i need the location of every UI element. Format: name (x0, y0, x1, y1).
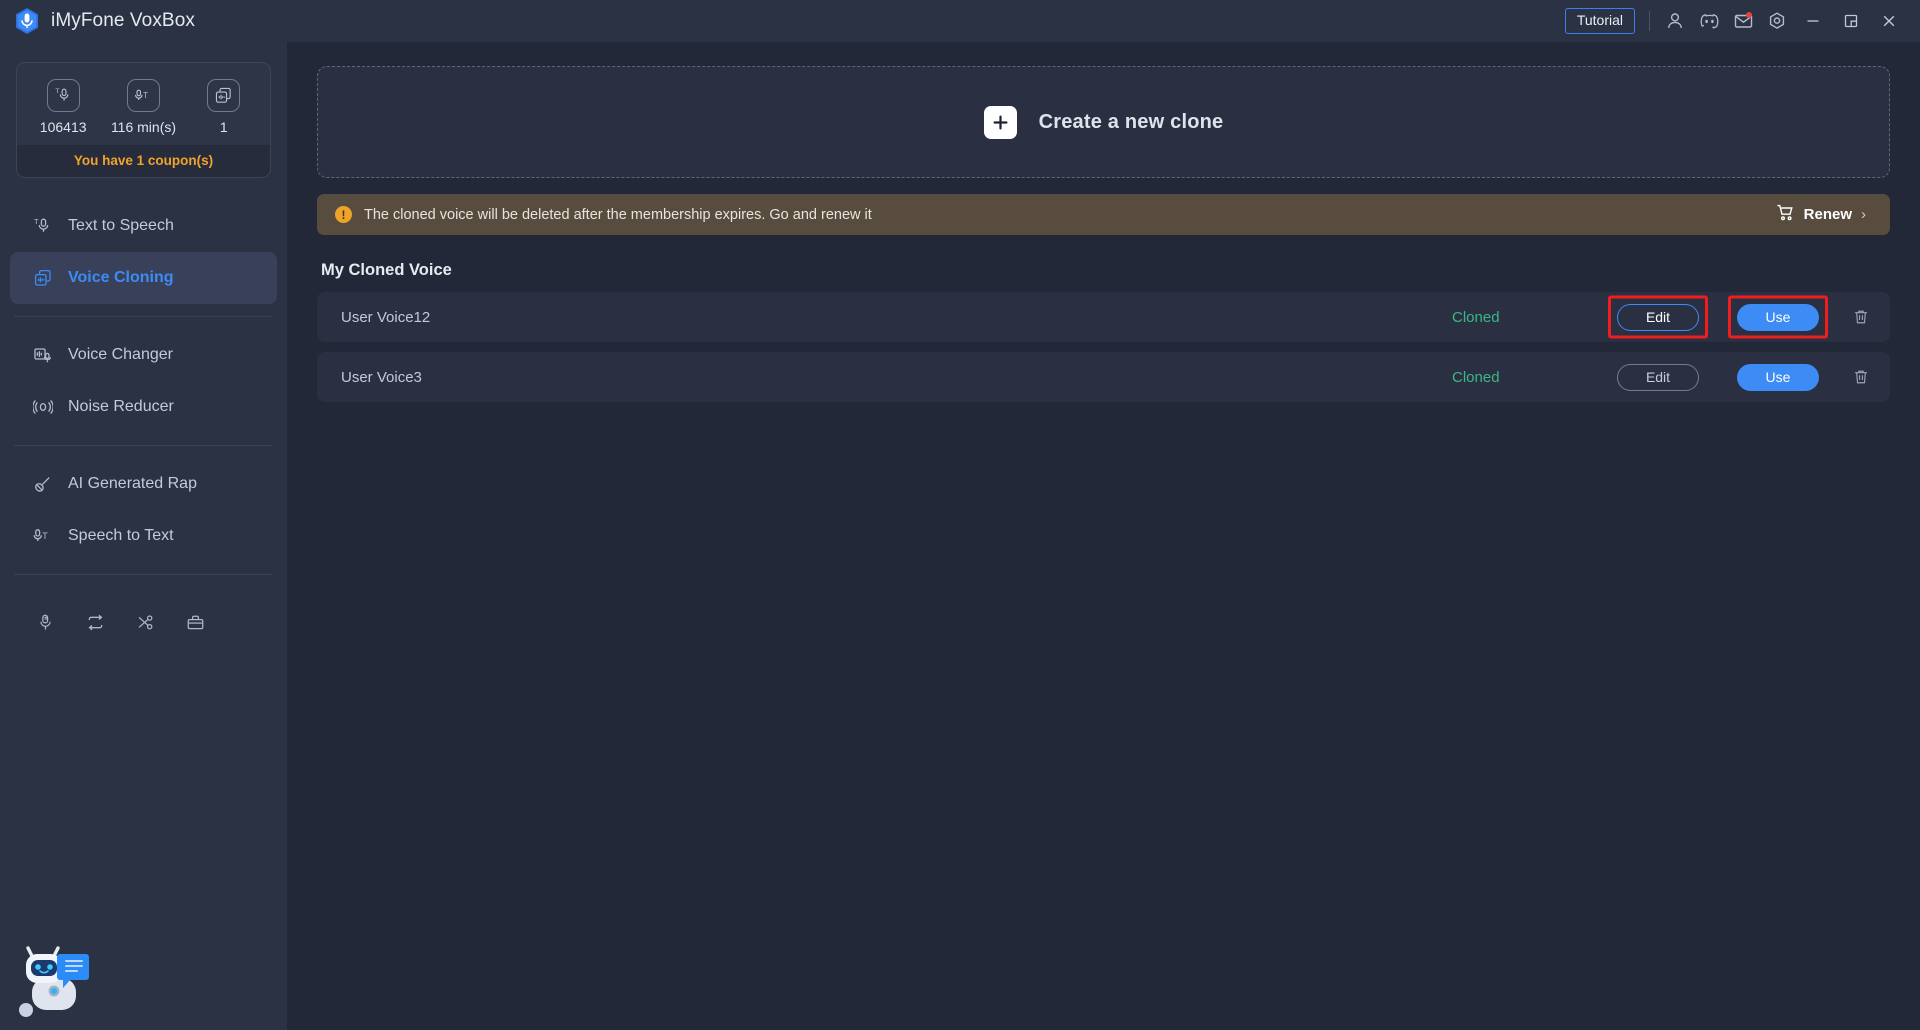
speech-to-text-icon: T (126, 79, 160, 112)
sidebar-item-label: Speech to Text (68, 527, 174, 544)
discord-icon[interactable] (1692, 4, 1726, 38)
voice-changer-icon (32, 344, 54, 366)
voice-name: User Voice3 (341, 368, 422, 386)
stat-value: 106413 (39, 119, 87, 135)
svg-text:T: T (42, 531, 48, 541)
credit-card: T 106413 T 116 min(s) 1 You have 1 coupo… (16, 62, 271, 178)
mail-badge (1746, 12, 1752, 18)
converter-icon[interactable] (70, 603, 120, 641)
restore-icon[interactable] (1832, 4, 1870, 38)
sidebar-mini-tools (0, 587, 287, 641)
sidebar-item-ai-generated-rap[interactable]: AI Generated Rap (10, 458, 277, 510)
stat-voice-cloning: 1 (184, 79, 264, 135)
chatbot-mascot-icon[interactable] (12, 934, 98, 1018)
trash-icon[interactable] (1846, 302, 1876, 332)
credit-stats: T 106413 T 116 min(s) 1 (17, 63, 270, 145)
table-row[interactable]: User Voice3 Cloned Edit Use (317, 352, 1890, 402)
sidebar-nav: T Text to Speech Voice Cloning Voice Cha… (0, 200, 287, 587)
stat-text-to-speech: T 106413 (23, 79, 103, 135)
stat-value: 1 (219, 119, 228, 135)
title-bar-left: iMyFone VoxBox (14, 7, 195, 35)
noise-reducer-icon (32, 396, 54, 418)
status-badge: Cloned (1452, 368, 1500, 386)
notice-text: The cloned voice will be deleted after t… (364, 206, 872, 223)
sidebar-item-text-to-speech[interactable]: T Text to Speech (10, 200, 277, 252)
use-button[interactable]: Use (1737, 303, 1819, 331)
renew-label: Renew (1803, 206, 1852, 223)
sidebar-divider (14, 445, 273, 446)
sidebar: T 106413 T 116 min(s) 1 You have 1 coupo… (0, 42, 287, 1030)
sidebar-item-label: Voice Changer (68, 346, 173, 363)
svg-text:T: T (34, 217, 39, 226)
edit-button-wrap: Edit (1602, 363, 1714, 391)
sidebar-divider (14, 316, 273, 317)
chevron-right-icon: › (1861, 206, 1866, 223)
recorder-icon[interactable] (20, 603, 70, 641)
edit-button[interactable]: Edit (1617, 303, 1699, 331)
app-body: T 106413 T 116 min(s) 1 You have 1 coupo… (0, 42, 1920, 1030)
sidebar-divider (14, 574, 273, 575)
voice-name: User Voice12 (341, 308, 431, 326)
ai-rap-icon (32, 473, 54, 495)
speech-to-text-icon: T (32, 525, 54, 547)
toolbox-icon[interactable] (170, 603, 220, 641)
voice-cloning-icon (207, 79, 241, 112)
coupon-banner[interactable]: You have 1 coupon(s) (17, 145, 270, 177)
title-bar-right: Tutorial (1564, 4, 1908, 38)
svg-text:T: T (55, 88, 60, 95)
edit-button[interactable]: Edit (1617, 363, 1699, 391)
cutter-icon[interactable] (120, 603, 170, 641)
sidebar-item-voice-changer[interactable]: Voice Changer (10, 329, 277, 381)
app-window: iMyFone VoxBox Tutorial T 106413 T 116 m… (0, 0, 1920, 1030)
page-title: My Cloned Voice (321, 261, 452, 279)
notice-left: ! The cloned voice will be deleted after… (335, 206, 872, 223)
close-icon[interactable] (1870, 4, 1908, 38)
microphone-hexagon-logo (14, 7, 40, 35)
sidebar-item-noise-reducer[interactable]: Noise Reducer (10, 381, 277, 433)
sidebar-item-label: Noise Reducer (68, 398, 174, 415)
warning-icon: ! (335, 206, 352, 223)
use-button-wrap: Use (1722, 295, 1834, 339)
text-to-speech-icon: T (32, 215, 54, 237)
table-row[interactable]: User Voice12 Cloned Edit Use (317, 292, 1890, 342)
edit-button-wrap: Edit (1602, 295, 1714, 339)
mail-icon[interactable] (1726, 4, 1760, 38)
app-title: iMyFone VoxBox (51, 10, 195, 31)
create-new-clone-label: Create a new clone (1038, 110, 1224, 133)
status-badge: Cloned (1452, 308, 1500, 326)
sidebar-item-speech-to-text[interactable]: T Speech to Text (10, 510, 277, 562)
cart-icon (1776, 204, 1795, 225)
minimize-icon[interactable] (1794, 4, 1832, 38)
sidebar-item-voice-cloning[interactable]: Voice Cloning (10, 252, 277, 304)
main-content: Create a new clone ! The cloned voice wi… (287, 42, 1920, 1030)
sidebar-item-label: Voice Cloning (68, 269, 174, 286)
title-bar-divider (1649, 11, 1650, 31)
svg-text:T: T (143, 91, 148, 100)
use-button-wrap: Use (1722, 363, 1834, 391)
stat-speech-to-text: T 116 min(s) (104, 79, 184, 135)
trash-icon[interactable] (1846, 362, 1876, 392)
text-to-speech-icon: T (46, 79, 80, 112)
voice-cloning-icon (32, 267, 54, 289)
gear-icon[interactable] (1760, 4, 1794, 38)
plus-icon (983, 105, 1017, 139)
use-button[interactable]: Use (1737, 363, 1819, 391)
membership-notice-bar: ! The cloned voice will be deleted after… (317, 194, 1890, 235)
sidebar-item-label: AI Generated Rap (68, 475, 197, 492)
sidebar-item-label: Text to Speech (68, 217, 174, 234)
user-icon[interactable] (1658, 4, 1692, 38)
stat-value: 116 min(s) (110, 119, 177, 135)
title-bar: iMyFone VoxBox Tutorial (0, 0, 1920, 42)
renew-button[interactable]: Renew › (1776, 204, 1866, 225)
create-new-clone-button[interactable]: Create a new clone (317, 66, 1890, 178)
tutorial-button[interactable]: Tutorial (1564, 7, 1635, 35)
